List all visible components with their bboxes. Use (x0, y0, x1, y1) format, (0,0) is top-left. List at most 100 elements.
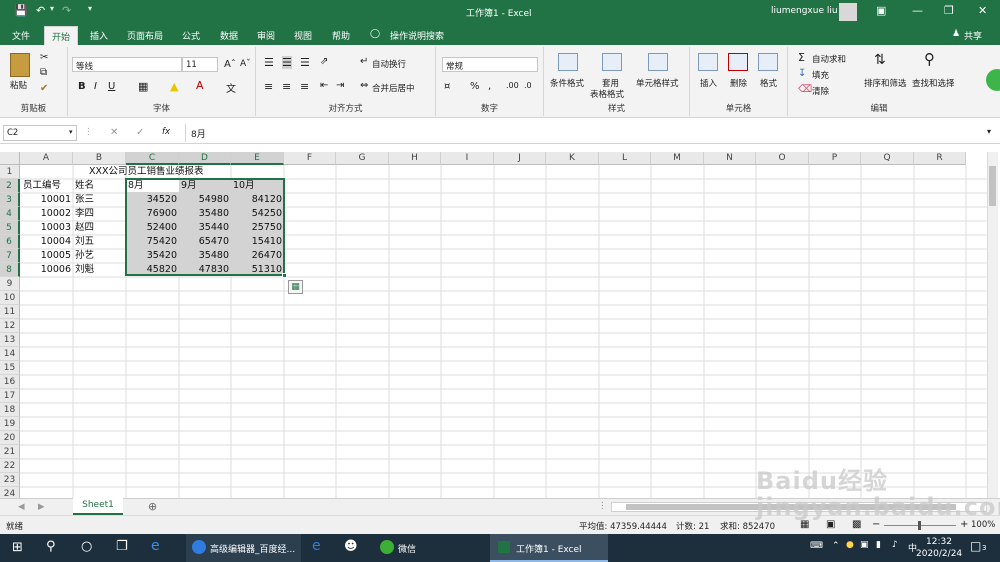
comma-style-icon[interactable]: , (488, 81, 491, 92)
menu-review[interactable]: 审阅 (257, 29, 275, 42)
menu-help[interactable]: 帮助 (332, 29, 350, 42)
align-right-icon[interactable]: ≡ (300, 80, 309, 93)
header-sep[interactable]: 9月 (179, 179, 199, 192)
orientation-icon[interactable]: ⇗ (320, 56, 328, 67)
cell-sep[interactable]: 35480 (179, 249, 231, 262)
task-view-icon[interactable]: ❐ (116, 539, 128, 562)
clock-date[interactable]: 2020/2/24 (916, 548, 962, 562)
format-table-button-line2[interactable]: 表格格式 (590, 88, 624, 100)
number-format-select[interactable]: 常规 (442, 57, 538, 72)
format-cells-button[interactable]: 格式 (760, 77, 777, 89)
taskbar-app-excel[interactable]: 工作簿1 - Excel (490, 534, 608, 562)
underline-icon[interactable]: U (108, 81, 115, 92)
ribbon-display-icon[interactable]: ▣ (876, 4, 886, 17)
cell-employee-id[interactable]: 10004 (21, 235, 73, 248)
sheet-title[interactable]: XXX公司员工销售业绩报表 (87, 165, 206, 178)
cell-name[interactable]: 赵四 (73, 221, 96, 234)
merge-center-button[interactable]: 合并后居中 (372, 82, 415, 94)
menu-home[interactable]: 开始 (44, 26, 79, 45)
qq-icon[interactable]: ☻ (344, 539, 358, 562)
cell-sep[interactable]: 47830 (179, 263, 231, 276)
sort-filter-icon[interactable]: ⇅ (874, 52, 886, 68)
cell-name[interactable]: 李四 (73, 207, 96, 220)
status-sum[interactable]: 求和: 852470 (720, 520, 775, 532)
addin-badge[interactable] (986, 69, 1000, 91)
ie-browser-icon[interactable]: e (151, 538, 160, 562)
insert-cells-icon[interactable] (698, 53, 718, 71)
menu-view[interactable]: 视图 (294, 29, 312, 42)
delete-cells-icon[interactable] (728, 53, 748, 71)
menu-formulas[interactable]: 公式 (182, 29, 200, 42)
cell-sep[interactable]: 54980 (179, 193, 231, 206)
search-icon[interactable]: ⚲ (46, 539, 56, 562)
name-box[interactable]: C2 (3, 125, 77, 141)
grow-font-icon[interactable]: Aˆ (224, 59, 236, 70)
align-top-icon[interactable]: ☰ (264, 56, 274, 69)
name-box-dropdown-icon[interactable]: ▾ (69, 128, 73, 136)
zoom-level[interactable]: 100% (971, 520, 995, 530)
close-icon[interactable]: ✕ (978, 4, 987, 17)
tray-app-icon[interactable]: ● (846, 540, 854, 562)
redo-icon[interactable]: ↷ (62, 4, 71, 17)
cancel-icon[interactable]: ✕ (110, 127, 118, 138)
autosum-icon[interactable]: Σ (798, 51, 805, 64)
zoom-slider-thumb[interactable] (918, 521, 921, 530)
decrease-decimal-icon[interactable]: .0 (524, 81, 532, 90)
cell-oct[interactable]: 54250 (231, 207, 284, 220)
edge-browser-icon[interactable]: e (312, 538, 321, 562)
avatar[interactable] (839, 3, 857, 21)
vertical-scroll-thumb[interactable] (989, 166, 996, 206)
merge-center-icon[interactable]: ⇔ (360, 80, 368, 91)
cell-sep[interactable]: 65470 (179, 235, 231, 248)
cell-aug[interactable]: 75420 (126, 235, 179, 248)
insert-cells-button[interactable]: 插入 (700, 77, 717, 89)
format-cells-icon[interactable] (758, 53, 778, 71)
prev-sheet-icon[interactable]: ◀ (18, 502, 25, 512)
cell-aug[interactable]: 34520 (126, 193, 179, 206)
next-sheet-icon[interactable]: ▶ (38, 502, 45, 512)
notification-icon[interactable]: □ (970, 539, 981, 562)
minimize-icon[interactable]: — (912, 4, 923, 17)
cell-styles-icon[interactable] (648, 53, 668, 71)
bold-icon[interactable]: B (78, 81, 86, 92)
find-select-button[interactable]: 查找和选择 (912, 77, 955, 89)
decrease-indent-icon[interactable]: ⇤ (320, 80, 328, 91)
tab-sheet1[interactable]: Sheet1 (73, 498, 123, 515)
menu-insert[interactable]: 插入 (90, 29, 108, 42)
cell-employee-id[interactable]: 10003 (21, 221, 73, 234)
cell-employee-id[interactable]: 10006 (21, 263, 73, 276)
wrap-text-icon[interactable]: ↵ (360, 56, 368, 67)
cell-aug[interactable]: 45820 (126, 263, 179, 276)
delete-cells-button[interactable]: 删除 (730, 77, 747, 89)
save-icon[interactable]: 💾 (14, 4, 28, 17)
enter-icon[interactable]: ✓ (136, 127, 144, 138)
shrink-font-icon[interactable]: Aˇ (240, 59, 251, 69)
cell-name[interactable]: 刘五 (73, 235, 96, 248)
menu-file[interactable]: 文件 (12, 29, 30, 42)
fill-button[interactable]: 填充 (812, 69, 829, 81)
windows-start-icon[interactable]: ⊞ (12, 540, 23, 562)
copy-icon[interactable]: ⧉ (40, 67, 47, 78)
share-button[interactable]: 共享 (964, 29, 982, 42)
cell-name[interactable]: 孙艺 (73, 249, 96, 262)
cell-aug[interactable]: 35420 (126, 249, 179, 262)
worksheet-grid[interactable]: ABCDEFGHIJKLMNOPQR 1 2 3 4 5 6 7 8 9 10 11 12 13 14 15… (0, 152, 998, 498)
formula-input[interactable]: 8月 (185, 124, 995, 142)
notification-count[interactable]: 3 (982, 544, 986, 562)
cell-oct[interactable]: 84120 (231, 193, 284, 206)
status-average[interactable]: 平均值: 47359.44444 (579, 520, 667, 532)
header-employee-id[interactable]: 员工编号 (21, 179, 63, 192)
clear-button[interactable]: 清除 (812, 85, 829, 97)
tab-splitter-icon[interactable]: ⋮ (598, 501, 607, 511)
paste-icon[interactable] (10, 53, 30, 77)
eraser-icon[interactable]: ⌫ (798, 84, 812, 95)
cell-oct[interactable]: 51310 (231, 263, 284, 276)
increase-indent-icon[interactable]: ⇥ (336, 80, 344, 91)
cell-employee-id[interactable]: 10005 (21, 249, 73, 262)
align-center-icon[interactable]: ≡ (282, 80, 291, 93)
cell-sep[interactable]: 35480 (179, 207, 231, 220)
cell-aug[interactable]: 76900 (126, 207, 179, 220)
conditional-format-icon[interactable] (558, 53, 578, 71)
autosum-button[interactable]: 自动求和 (812, 53, 846, 65)
cell-aug[interactable]: 52400 (126, 221, 179, 234)
